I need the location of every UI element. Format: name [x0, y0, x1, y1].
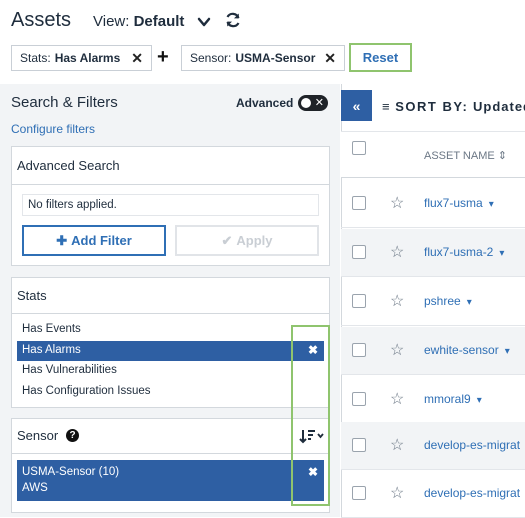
asset-name: pshree	[424, 294, 461, 308]
row-checkbox[interactable]	[352, 392, 366, 406]
row-checkbox[interactable]	[352, 438, 366, 452]
row-checkbox[interactable]	[352, 343, 366, 357]
empty-filters-text: No filters applied.	[22, 194, 319, 216]
asset-name: ewhite-sensor	[424, 343, 499, 357]
star-icon[interactable]: ☆	[390, 435, 404, 455]
double-chevron-left-icon: «	[352, 97, 361, 114]
close-icon[interactable]: ✕	[131, 50, 143, 67]
highlight-box	[291, 325, 330, 506]
column-asset-name[interactable]: ASSET NAME ⇕	[424, 149, 507, 162]
table-row[interactable]: ☆ flux7-usma ▾	[341, 180, 525, 228]
panel-title: Search & Filters	[11, 94, 118, 111]
asset-name: mmoral9	[424, 392, 471, 406]
close-icon: ✕	[314, 97, 324, 109]
asset-name-link[interactable]: flux7-usma-2 ▾	[424, 245, 504, 259]
advanced-toggle[interactable]: ✕	[298, 95, 328, 111]
sensor-option-name: USMA-Sensor (10)	[22, 466, 120, 478]
sensor-option-selected[interactable]: USMA-Sensor (10) AWS ✖	[17, 460, 324, 501]
divider	[12, 313, 329, 314]
asset-name-link[interactable]: ewhite-sensor ▾	[424, 343, 510, 357]
star-icon[interactable]: ☆	[390, 193, 404, 213]
check-icon: ✔	[221, 232, 233, 248]
chevron-down-icon[interactable]: ▾	[467, 297, 472, 308]
chip-value: Has Alarms	[54, 51, 121, 65]
add-filter-label: Add Filter	[71, 233, 132, 248]
close-icon[interactable]: ✕	[324, 50, 336, 67]
stats-option-selected[interactable]: Has Alarms ✖	[17, 341, 324, 361]
asset-name-link[interactable]: develop-es-migrat	[424, 486, 520, 500]
sort-lines-icon: ≡	[382, 99, 391, 114]
stats-option[interactable]: Has Configuration Issues	[17, 382, 324, 402]
apply-button[interactable]: ✔ Apply	[175, 225, 319, 256]
star-icon[interactable]: ☆	[390, 242, 404, 262]
stats-option[interactable]: Has Vulnerabilities	[17, 361, 324, 381]
sensor-title: Sensor	[17, 428, 59, 443]
toggle-knob	[301, 98, 311, 108]
advanced-label: Advanced	[236, 96, 294, 110]
add-filter-button[interactable]: ✚ Add Filter	[22, 225, 166, 256]
asset-name: develop-es-migrat	[424, 486, 521, 500]
row-checkbox[interactable]	[352, 245, 366, 259]
chevron-down-icon[interactable]: ▾	[477, 395, 482, 406]
asset-name: flux7-usma	[424, 196, 483, 210]
sensor-option-sub: AWS	[22, 482, 48, 494]
asset-name-link[interactable]: mmoral9 ▾	[424, 392, 482, 406]
chevron-down-icon[interactable]: ▾	[505, 346, 510, 357]
chevron-down-icon[interactable]: ▾	[499, 248, 504, 259]
reset-button[interactable]: Reset	[349, 43, 412, 72]
filter-chip-stats: Stats: Has Alarms ✕	[11, 45, 152, 71]
view-value: Default	[133, 13, 185, 30]
refresh-icon[interactable]	[224, 11, 242, 29]
sort-by-label: SORT BY:	[395, 99, 469, 114]
stats-option-label: Has Alarms	[22, 344, 81, 356]
table-row[interactable]: ☆ develop-es-migrat	[341, 470, 525, 518]
help-icon[interactable]: ?	[66, 429, 79, 442]
row-checkbox[interactable]	[352, 486, 366, 500]
advanced-search-title: Advanced Search	[17, 158, 120, 173]
stats-title: Stats	[17, 288, 47, 303]
sort-by-control[interactable]: ≡ SORT BY: Updated	[382, 99, 525, 114]
asset-name-link[interactable]: pshree ▾	[424, 294, 472, 308]
sort-by-value: Updated	[473, 99, 525, 114]
asset-name: develop-es-migrat	[424, 438, 521, 452]
sort-arrows-icon: ⇕	[497, 150, 507, 162]
chevron-down-icon[interactable]: ▾	[489, 199, 494, 210]
row-checkbox[interactable]	[352, 196, 366, 210]
asset-name-link[interactable]: develop-es-migrat	[424, 438, 520, 452]
chevron-down-icon[interactable]	[196, 14, 212, 30]
chip-value: USMA-Sensor	[235, 51, 316, 65]
chip-key: Stats:	[20, 51, 51, 65]
view-selector[interactable]: View: Default	[93, 13, 184, 30]
star-icon[interactable]: ☆	[390, 483, 404, 503]
row-checkbox[interactable]	[352, 294, 366, 308]
star-icon[interactable]: ☆	[390, 291, 404, 311]
asset-name: flux7-usma-2	[424, 245, 494, 259]
configure-filters-link[interactable]: Configure filters	[11, 122, 95, 136]
table-row[interactable]: ☆ pshree ▾	[341, 278, 525, 326]
table-row[interactable]: ☆ mmoral9 ▾	[341, 376, 525, 424]
star-icon[interactable]: ☆	[390, 389, 404, 409]
table-row[interactable]: ☆ ewhite-sensor ▾	[341, 327, 525, 375]
collapse-panel-button[interactable]: «	[341, 90, 372, 121]
asset-name-link[interactable]: flux7-usma ▾	[424, 196, 494, 210]
divider	[12, 453, 329, 454]
star-icon[interactable]: ☆	[390, 340, 404, 360]
page-title: Assets	[11, 9, 72, 31]
stats-option[interactable]: Has Events	[17, 320, 324, 340]
plus-icon: +	[157, 46, 169, 68]
apply-label: Apply	[236, 233, 273, 248]
plus-icon: ✚	[56, 232, 68, 248]
chip-key: Sensor:	[190, 51, 232, 65]
select-all-checkbox[interactable]	[352, 141, 366, 155]
table-row[interactable]: ☆ develop-es-migrat	[341, 422, 525, 470]
filter-chip-sensor: Sensor: USMA-Sensor ✕	[181, 45, 345, 71]
view-label: View:	[93, 13, 130, 30]
divider	[12, 184, 329, 185]
table-row[interactable]: ☆ flux7-usma-2 ▾	[341, 229, 525, 277]
column-asset-name-label: ASSET NAME	[424, 150, 495, 162]
